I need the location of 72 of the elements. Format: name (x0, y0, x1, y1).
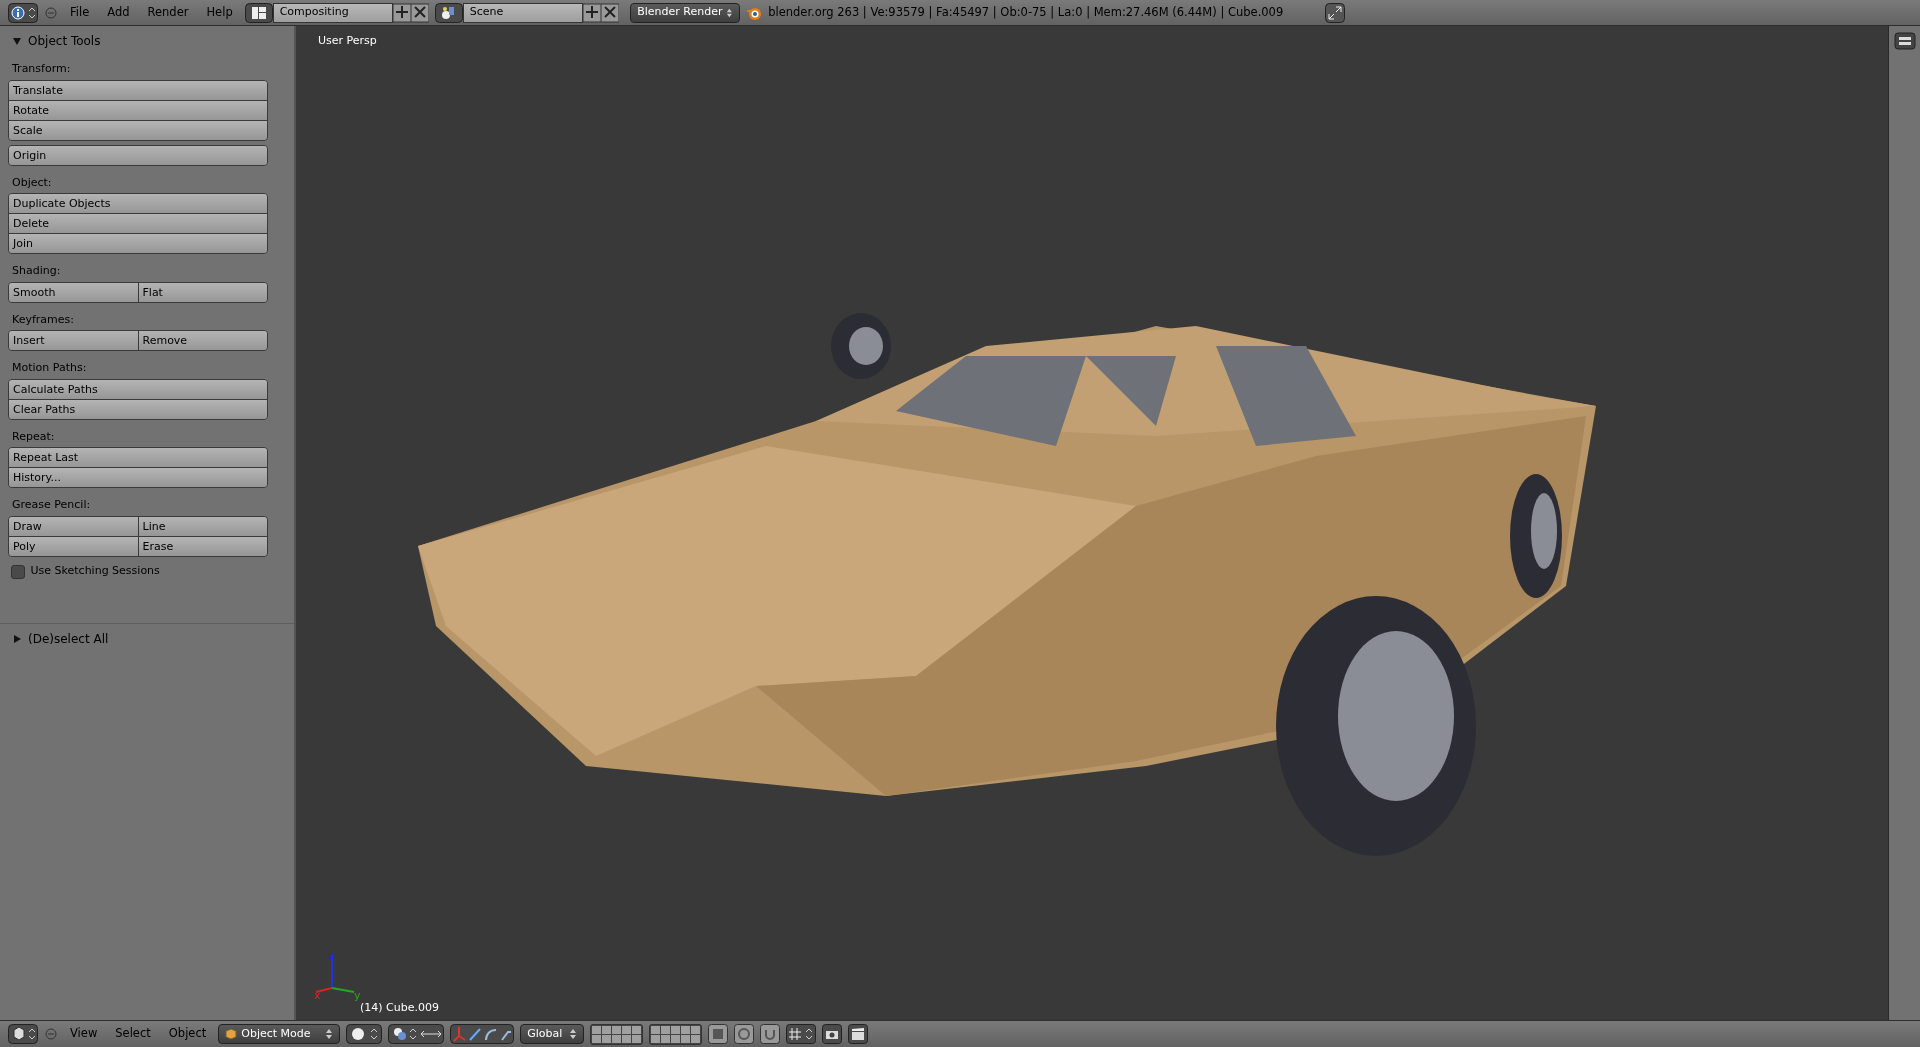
screen-layout-icon[interactable] (244, 2, 273, 23)
tool-button[interactable]: Smooth (9, 282, 138, 302)
menu-item[interactable]: Object (162, 1025, 213, 1043)
tool-button[interactable]: Line (137, 516, 267, 536)
tool-button[interactable]: Erase (137, 536, 267, 556)
section-label: Shading: (11, 263, 62, 279)
view-label: User Persp (318, 33, 377, 49)
tool-button[interactable]: Remove (137, 331, 267, 350)
menu-item[interactable]: Add (101, 3, 136, 22)
panel-title[interactable]: Object Tools (28, 32, 101, 50)
tool-button[interactable]: Clear Paths (9, 399, 267, 419)
tool-button[interactable]: Origin (9, 145, 267, 165)
tool-button[interactable]: Calculate Paths (9, 379, 267, 399)
proportional-edit-icon[interactable] (734, 1024, 755, 1044)
render-engine-dropdown[interactable]: Blender Render (630, 2, 741, 23)
magnet-icon[interactable] (760, 1024, 781, 1044)
tool-button[interactable]: History... (9, 468, 267, 487)
object-label: (14) Cube.009 (360, 999, 439, 1016)
cube-icon (225, 1028, 238, 1040)
orientation-dropdown[interactable]: Global (520, 1024, 585, 1044)
scene-icon[interactable] (434, 2, 463, 23)
snap-element-icon[interactable] (786, 1024, 817, 1044)
section-label: Repeat: (11, 428, 56, 445)
mode-dropdown[interactable]: Object Mode (218, 1024, 341, 1044)
axis-label: z (328, 947, 334, 964)
up-down-arrows-icon (325, 1028, 334, 1040)
section-label: Keyframes: (11, 311, 75, 328)
section-label: Grease Pencil: (11, 497, 92, 513)
section-label: Motion Paths: (11, 360, 88, 376)
up-down-arrows-icon (726, 6, 734, 19)
scene-statistics: blender.org 263 | Ve:93579 | Fa:45497 | Ob:0-75 | La:0 | Mem:27.46M (6.44M) | Cube.009 (768, 3, 1284, 21)
clapperboard-icon[interactable] (848, 1024, 869, 1044)
tool-button[interactable]: Draw (9, 516, 138, 536)
tool-button[interactable]: Rotate (9, 100, 267, 120)
tool-button[interactable]: Translate (9, 80, 267, 100)
screen-layout-field[interactable]: Compositing (272, 2, 393, 23)
tool-button[interactable]: Delete (9, 214, 267, 233)
manipulator-icon[interactable] (450, 1024, 515, 1044)
checkbox[interactable] (11, 564, 25, 579)
up-down-arrows-icon (569, 1028, 578, 1040)
lock-layers-icon[interactable] (708, 1024, 729, 1044)
tool-button[interactable]: Insert (9, 331, 138, 350)
expanded-arrow-icon[interactable] (12, 36, 22, 46)
render-camera-icon[interactable] (822, 1024, 843, 1044)
axis-gizmo-drawing (315, 953, 355, 993)
tool-button[interactable]: Duplicate Objects (9, 194, 267, 213)
tool-button[interactable]: Repeat Last (9, 448, 267, 467)
collapsed-arrow-icon[interactable] (12, 633, 22, 644)
layer-grid[interactable] (649, 1023, 703, 1045)
tool-button[interactable]: Poly (9, 536, 138, 556)
section-label: Transform: (11, 61, 72, 77)
viewport-shading-icon[interactable] (346, 1024, 383, 1044)
checkbox-label: Use Sketching Sessions (30, 563, 160, 580)
section-label: Object: (11, 174, 53, 191)
axis-label: y (354, 987, 361, 1004)
menu-item[interactable]: Help (200, 3, 239, 22)
menu-item[interactable]: File (64, 3, 96, 22)
menu-item[interactable]: Select (109, 1025, 157, 1043)
fullscreen-icon[interactable] (1325, 2, 1346, 23)
panel-toggle-icon[interactable] (1893, 32, 1916, 50)
view3d-editor-icon[interactable] (8, 1024, 38, 1044)
menu-item[interactable]: Render (141, 3, 195, 22)
layer-grid[interactable] (590, 1023, 644, 1045)
scene-field[interactable]: Scene (462, 2, 583, 23)
tool-button[interactable]: Join (9, 234, 267, 253)
axis-label: x (314, 987, 321, 1004)
menu-item[interactable]: View (64, 1025, 104, 1043)
panel-title[interactable]: (De)select All (28, 629, 109, 648)
info-icon[interactable] (8, 2, 38, 23)
tool-button[interactable]: Scale (9, 120, 267, 140)
tool-button[interactable]: Flat (137, 282, 267, 302)
pivot-point-icon[interactable] (388, 1024, 445, 1044)
